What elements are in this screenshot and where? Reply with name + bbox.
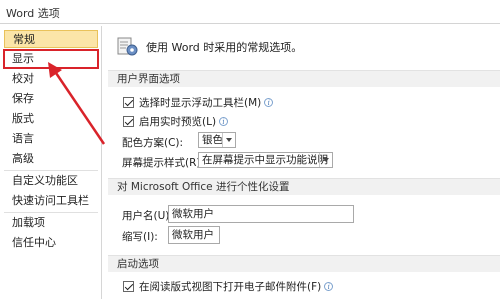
chevron-down-icon	[319, 153, 332, 167]
sidebar-item-general[interactable]: 常规	[4, 30, 98, 48]
live-preview-checkbox[interactable]	[123, 115, 134, 127]
open-email-reading-option[interactable]: 在阅读版式视图下打开电子邮件附件(F) i	[123, 279, 334, 293]
title-bar: Word 选项	[0, 0, 500, 24]
mini-toolbar-checkbox[interactable]	[123, 96, 134, 108]
info-icon: i	[264, 97, 274, 107]
options-sidebar: 常规 显示 校对 保存 版式 语言 高级 自定义功能区 快速访问工具栏 加载项 …	[0, 26, 102, 299]
info-icon: i	[324, 281, 334, 291]
section-header-ui-options: 用户界面选项	[108, 70, 500, 87]
screentip-style-label: 屏幕提示样式(R):	[122, 157, 205, 169]
color-scheme-select[interactable]: 银色	[198, 132, 236, 148]
username-input[interactable]: 微软用户	[168, 205, 354, 223]
info-icon: i	[219, 116, 229, 126]
initials-label: 缩写(I):	[122, 231, 158, 243]
color-scheme-value: 银色	[202, 134, 223, 146]
sidebar-item-language[interactable]: 语言	[4, 130, 98, 148]
section-header-startup: 启动选项	[108, 255, 500, 272]
live-preview-option[interactable]: 启用实时预览(L) i	[123, 114, 229, 128]
window-title: Word 选项	[6, 7, 60, 20]
screentip-style-select[interactable]: 在屏幕提示中显示功能说明	[198, 152, 333, 168]
sidebar-divider	[4, 170, 98, 171]
intro-text: 使用 Word 时采用的常规选项。	[146, 41, 303, 54]
sidebar-item-trust-center[interactable]: 信任中心	[4, 234, 98, 252]
open-email-reading-label: 在阅读版式视图下打开电子邮件附件(F)	[139, 280, 322, 293]
sidebar-item-advanced[interactable]: 高级	[4, 150, 98, 168]
mini-toolbar-label: 选择时显示浮动工具栏(M)	[139, 96, 262, 109]
sidebar-item-typography[interactable]: 版式	[4, 110, 98, 128]
sidebar-divider	[4, 212, 98, 213]
section-header-personalize: 对 Microsoft Office 进行个性化设置	[108, 178, 500, 195]
screentip-style-value: 在屏幕提示中显示功能说明	[202, 154, 328, 166]
general-options-panel: 使用 Word 时采用的常规选项。 用户界面选项 选择时显示浮动工具栏(M) i…	[106, 26, 500, 299]
mini-toolbar-option[interactable]: 选择时显示浮动工具栏(M) i	[123, 95, 274, 109]
open-email-reading-checkbox[interactable]	[123, 280, 134, 292]
initials-input[interactable]: 微软用户	[168, 226, 220, 244]
general-settings-icon	[117, 37, 138, 56]
color-scheme-label: 配色方案(C):	[122, 137, 184, 149]
sidebar-item-proofing[interactable]: 校对	[4, 70, 98, 88]
sidebar-item-customize-ribbon[interactable]: 自定义功能区	[4, 172, 98, 190]
username-label: 用户名(U):	[122, 210, 173, 222]
sidebar-item-display[interactable]: 显示	[3, 49, 99, 69]
live-preview-label: 启用实时预览(L)	[139, 115, 217, 128]
sidebar-item-add-ins[interactable]: 加载项	[4, 214, 98, 232]
sidebar-item-save[interactable]: 保存	[4, 90, 98, 108]
sidebar-item-quick-access-toolbar[interactable]: 快速访问工具栏	[4, 192, 98, 210]
chevron-down-icon	[222, 133, 235, 147]
